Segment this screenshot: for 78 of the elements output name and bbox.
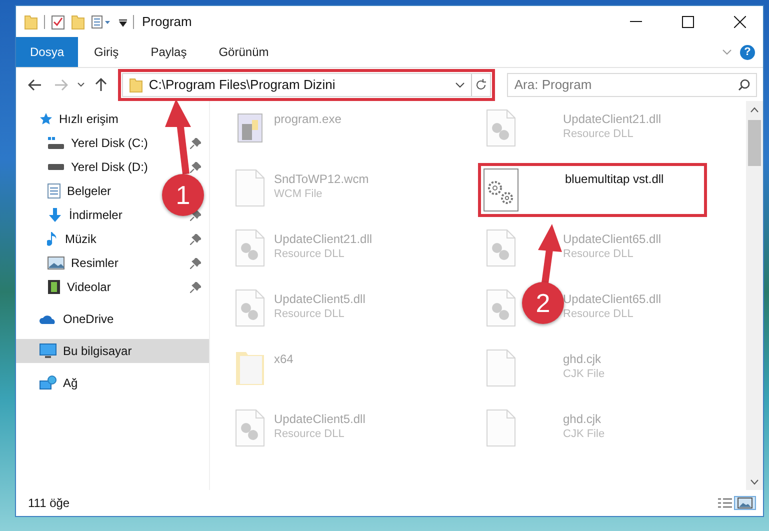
sidebar-item[interactable]: Hızlı erişim <box>16 107 124 131</box>
drive-icon <box>47 163 65 171</box>
pin-icon[interactable] <box>190 210 201 220</box>
pin-icon[interactable] <box>190 258 201 268</box>
gear-file-icon <box>483 168 519 212</box>
help-button[interactable]: ? <box>740 44 755 60</box>
back-arrow-icon[interactable] <box>28 78 42 90</box>
dll-file-icon <box>485 108 517 148</box>
file-icon <box>234 168 266 208</box>
music-note-icon <box>47 231 59 247</box>
chevron-up-icon[interactable] <box>750 106 759 112</box>
sidebar-item[interactable]: Yerel Disk (C:) <box>16 131 154 155</box>
sidebar-item[interactable]: OneDrive <box>16 307 120 331</box>
item-count: 111 öğe <box>28 496 71 510</box>
drive-icon <box>47 136 65 150</box>
ribbon-tab[interactable]: Giriş <box>78 37 135 67</box>
file-icon <box>485 348 517 388</box>
maximize-icon[interactable] <box>682 16 694 28</box>
expand-ribbon-icon[interactable] <box>722 49 732 55</box>
star-icon <box>39 112 53 126</box>
pin-icon[interactable] <box>190 138 201 148</box>
chevron-down-icon[interactable] <box>750 478 759 484</box>
sidebar-item[interactable]: Ağ <box>16 371 84 395</box>
file-type: Resource DLL <box>563 308 634 320</box>
search-field[interactable]: Ara: Program <box>507 72 758 96</box>
ribbon-tab[interactable]: Dosya <box>16 37 78 67</box>
pointer-arrow <box>536 224 564 284</box>
scrollbar[interactable] <box>746 101 763 490</box>
dropdown-icon[interactable] <box>455 82 466 88</box>
sidebar-item[interactable]: Videolar <box>16 275 117 299</box>
monitor-icon <box>39 343 57 359</box>
up-arrow-icon[interactable] <box>94 78 107 92</box>
sidebar-item[interactable]: İndirmeler <box>16 203 128 227</box>
folder-icon <box>128 76 143 92</box>
properties-icon[interactable] <box>91 14 113 28</box>
sidebar-item[interactable]: Müzik <box>16 227 102 251</box>
file-icon <box>485 408 517 448</box>
cloud-icon <box>39 313 57 325</box>
pin-icon[interactable] <box>190 234 201 244</box>
window-title: Program <box>142 14 193 29</box>
network-icon <box>39 375 57 391</box>
sidebar-item[interactable]: Resimler <box>16 251 124 275</box>
document-icon <box>47 183 61 199</box>
search-icon[interactable] <box>738 78 750 90</box>
ribbon-tab[interactable]: Paylaş <box>134 37 203 67</box>
film-icon <box>47 279 61 295</box>
scrollbar-thumb[interactable] <box>748 120 761 166</box>
file-type: Resource DLL <box>563 248 634 260</box>
file-type: Resource DLL <box>563 128 634 140</box>
file-type: CJK File <box>563 428 605 440</box>
dll-file-icon <box>234 408 266 448</box>
file-type: Resource DLL <box>274 308 344 320</box>
close-icon[interactable] <box>734 16 746 28</box>
file-type: CJK File <box>563 368 605 380</box>
ribbon-tab[interactable]: Görünüm <box>202 37 285 67</box>
picture-icon <box>47 256 65 270</box>
file-name[interactable]: bluemultitap vst.dll <box>565 172 664 186</box>
checkmark-icon[interactable] <box>51 14 65 30</box>
pin-icon[interactable] <box>190 162 201 172</box>
file-type: WCM File <box>274 188 322 200</box>
file-type: Resource DLL <box>274 428 344 440</box>
dll-file-icon <box>485 228 517 268</box>
refresh-icon[interactable] <box>475 78 488 90</box>
dll-file-icon <box>234 288 266 328</box>
sidebar-item[interactable]: Bu bilgisayar <box>16 339 209 363</box>
minimize-icon[interactable] <box>630 20 642 22</box>
sidebar-item[interactable]: Yerel Disk (D:) <box>16 155 154 179</box>
dll-file-icon <box>485 288 517 328</box>
new-folder-icon <box>71 14 85 30</box>
sidebar-item[interactable]: Belgeler <box>16 179 118 203</box>
folder-icon <box>24 14 38 30</box>
chevron-down-icon[interactable] <box>76 82 85 87</box>
down-arrow-icon <box>47 207 63 223</box>
pin-icon[interactable] <box>190 282 201 292</box>
dll-file-icon <box>234 228 266 268</box>
dropdown-arrow-icon[interactable] <box>119 16 127 26</box>
file-type: Resource DLL <box>274 248 344 260</box>
highlighted-file-item[interactable]: bluemultitap vst.dll <box>479 164 706 216</box>
